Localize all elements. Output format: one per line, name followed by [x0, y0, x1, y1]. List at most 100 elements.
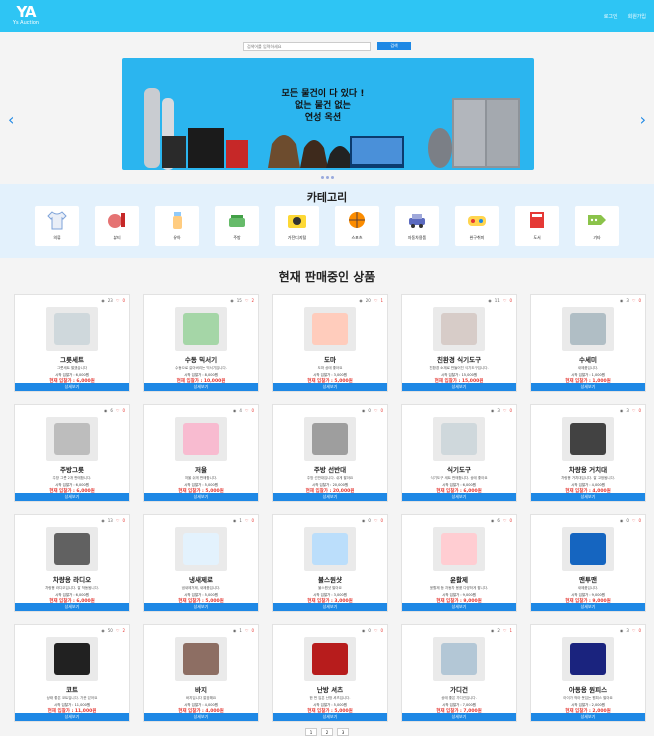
product-name[interactable]: 친환경 식기도구	[437, 354, 481, 364]
product-image[interactable]	[562, 527, 614, 571]
product-card[interactable]: ◉ 3 ♡ 0 식기도구 식기도구 세트 판매합니다. 상태 좋아요 시작 입찰…	[401, 404, 517, 502]
detail-button[interactable]: 상세보기	[273, 493, 387, 501]
page-button[interactable]: 1	[305, 728, 317, 736]
heart-icon[interactable]: ♡	[116, 518, 120, 523]
product-image[interactable]	[175, 417, 227, 461]
heart-icon[interactable]: ♡	[116, 298, 120, 303]
product-card[interactable]: ◉ 0 ♡ 0 주방 선반대 주방 선반대입니다. 쉬게 팔아요 시작 입찰가 …	[272, 404, 388, 502]
product-card[interactable]: ◉ 15 ♡ 2 수동 믹서기 수동으로 갈아버리는 믹서기입니다. 시작 입찰…	[143, 294, 259, 392]
detail-button[interactable]: 상세보기	[15, 383, 129, 391]
category-item[interactable]: 가전디지털	[275, 206, 319, 246]
heart-icon[interactable]: ♡	[374, 298, 378, 303]
product-image[interactable]	[433, 417, 485, 461]
product-image[interactable]	[304, 417, 356, 461]
detail-button[interactable]: 상세보기	[15, 493, 129, 501]
product-card[interactable]: ◉ 2 ♡ 1 가디건 상태 좋은 가디건입니다. 시작 입찰가 : 7,000…	[401, 624, 517, 722]
page-button[interactable]: 3	[337, 728, 349, 736]
detail-button[interactable]: 상세보기	[273, 603, 387, 611]
detail-button[interactable]: 상세보기	[531, 493, 645, 501]
product-image[interactable]	[304, 527, 356, 571]
category-item[interactable]: 주방	[215, 206, 259, 246]
detail-button[interactable]: 상세보기	[144, 383, 258, 391]
category-item[interactable]: 유아	[155, 206, 199, 246]
detail-button[interactable]: 상세보기	[144, 713, 258, 721]
product-image[interactable]	[175, 527, 227, 571]
product-image[interactable]	[433, 307, 485, 351]
signup-link[interactable]: 회원가입	[628, 13, 646, 20]
product-name[interactable]: 수동 믹서기	[185, 354, 217, 364]
product-name[interactable]: 냉새제로	[189, 574, 213, 584]
product-name[interactable]: 주방 선반대	[314, 464, 346, 474]
detail-button[interactable]: 상세보기	[273, 713, 387, 721]
category-item[interactable]: 완구취미	[455, 206, 499, 246]
banner-slide[interactable]: 모든 물건이 다 있다 ! 없는 물건 없는 연성 옥션	[122, 58, 534, 170]
detail-button[interactable]: 상세보기	[402, 713, 516, 721]
detail-button[interactable]: 상세보기	[15, 713, 129, 721]
heart-icon[interactable]: ♡	[374, 518, 378, 523]
heart-icon[interactable]: ♡	[116, 408, 120, 413]
product-card[interactable]: ◉ 0 ♡ 0 맨투맨 새제품입니다. 시작 입찰가 : 9,000원 현재 입…	[530, 514, 646, 612]
product-card[interactable]: ◉ 23 ♡ 0 그릇세트 그릇세트 팔겠습니다 시작 입찰가 : 6,000원…	[14, 294, 130, 392]
product-card[interactable]: ◉ 13 ♡ 0 차량용 라디오 차량용 라디오입니다. 잘 작동됩니다. 시작…	[14, 514, 130, 612]
heart-icon[interactable]: ♡	[632, 628, 636, 633]
product-card[interactable]: ◉ 4 ♡ 0 저울 저울 쉬게 판매합니다. 시작 입찰가 : 5,000원 …	[143, 404, 259, 502]
heart-icon[interactable]: ♡	[503, 298, 507, 303]
heart-icon[interactable]: ♡	[245, 408, 249, 413]
product-card[interactable]: ◉ 50 ♡ 2 코트 상태 좋은 코트입니다. 가운 있어요 시작 입찰가 :…	[14, 624, 130, 722]
product-name[interactable]: 코트	[66, 684, 78, 694]
detail-button[interactable]: 상세보기	[144, 603, 258, 611]
carousel-dot[interactable]	[320, 176, 324, 179]
heart-icon[interactable]: ♡	[632, 298, 636, 303]
heart-icon[interactable]: ♡	[632, 408, 636, 413]
product-name[interactable]: 난방 셔츠	[317, 684, 343, 694]
product-image[interactable]	[46, 527, 98, 571]
product-name[interactable]: 불스원샷	[318, 574, 342, 584]
category-item[interactable]: 뷰티	[95, 206, 139, 246]
product-name[interactable]: 저울	[195, 464, 207, 474]
heart-icon[interactable]: ♡	[245, 298, 249, 303]
detail-button[interactable]: 상세보기	[402, 493, 516, 501]
detail-button[interactable]: 상세보기	[402, 603, 516, 611]
heart-icon[interactable]: ♡	[374, 408, 378, 413]
product-image[interactable]	[46, 417, 98, 461]
product-image[interactable]	[304, 637, 356, 681]
site-logo[interactable]: YA Ys Auction	[8, 5, 44, 27]
product-image[interactable]	[562, 307, 614, 351]
carousel-next-icon[interactable]: ›	[640, 110, 646, 129]
heart-icon[interactable]: ♡	[503, 408, 507, 413]
carousel-prev-icon[interactable]: ‹	[8, 110, 14, 129]
product-name[interactable]: 바지	[195, 684, 207, 694]
detail-button[interactable]: 상세보기	[531, 383, 645, 391]
heart-icon[interactable]: ♡	[503, 518, 507, 523]
heart-icon[interactable]: ♡	[245, 518, 249, 523]
detail-button[interactable]: 상세보기	[144, 493, 258, 501]
product-name[interactable]: 윤활제	[450, 574, 468, 584]
detail-button[interactable]: 상세보기	[531, 603, 645, 611]
product-image[interactable]	[433, 527, 485, 571]
category-item[interactable]: 기타	[575, 206, 619, 246]
carousel-dot[interactable]	[325, 176, 329, 179]
product-name[interactable]: 식기도구	[447, 464, 471, 474]
detail-button[interactable]: 상세보기	[402, 383, 516, 391]
product-name[interactable]: 가디건	[450, 684, 468, 694]
product-name[interactable]: 차량용 거치대	[569, 464, 607, 474]
search-button[interactable]: 검색	[377, 42, 411, 50]
product-image[interactable]	[304, 307, 356, 351]
product-image[interactable]	[175, 307, 227, 351]
product-image[interactable]	[46, 637, 98, 681]
product-name[interactable]: 주방그릇	[60, 464, 84, 474]
product-card[interactable]: ◉ 11 ♡ 0 친환경 식기도구 친환경 소재로 만들어진 식기도구입니다. …	[401, 294, 517, 392]
product-name[interactable]: 차량용 라디오	[53, 574, 91, 584]
product-image[interactable]	[46, 307, 98, 351]
product-image[interactable]	[433, 637, 485, 681]
category-item[interactable]: 도서	[515, 206, 559, 246]
detail-button[interactable]: 상세보기	[273, 383, 387, 391]
product-name[interactable]: 그릇세트	[60, 354, 84, 364]
category-item[interactable]: 스포츠	[335, 206, 379, 246]
product-image[interactable]	[562, 417, 614, 461]
page-button[interactable]: 2	[321, 728, 333, 736]
product-name[interactable]: 아동용 원피스	[569, 684, 607, 694]
heart-icon[interactable]: ♡	[245, 628, 249, 633]
product-image[interactable]	[562, 637, 614, 681]
login-link[interactable]: 로그인	[604, 13, 618, 20]
